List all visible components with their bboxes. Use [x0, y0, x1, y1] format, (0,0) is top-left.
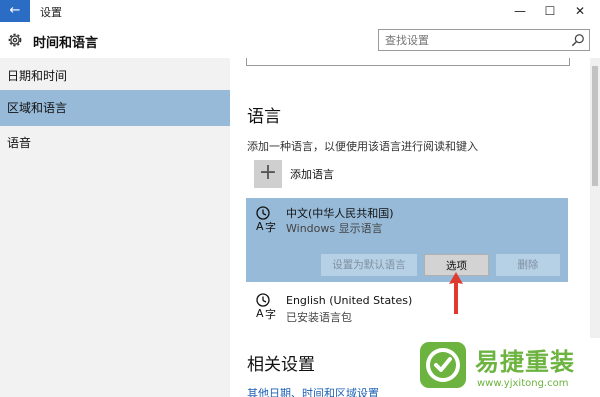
search-icon[interactable] — [571, 33, 585, 47]
language-name: English (United States) — [286, 294, 413, 307]
add-language-label: 添加语言 — [290, 168, 334, 181]
title-bar: ← 设置 — ☐ ✕ — [0, 0, 600, 22]
back-button[interactable]: ← — [0, 0, 30, 22]
window-title: 设置 — [40, 6, 62, 19]
minimize-button[interactable]: — — [505, 0, 535, 22]
svg-text:A: A — [256, 307, 264, 320]
remove-button[interactable]: 删除 — [496, 254, 560, 276]
maximize-button[interactable]: ☐ — [535, 0, 565, 22]
region-dropdown[interactable]: ▼ — [246, 58, 570, 66]
language-item-chinese[interactable]: A 字 中文(中华人民共和国) Windows 显示语言 设置为默认语言 选项 … — [246, 198, 568, 282]
header: 时间和语言 — [0, 22, 600, 58]
language-heading: 语言 — [247, 107, 281, 127]
add-language-button[interactable]: + 添加语言 — [254, 160, 454, 190]
plus-icon: + — [254, 160, 282, 188]
watermark: 易捷重装 www.yjxitong.com — [415, 338, 600, 397]
scrollbar-thumb[interactable] — [592, 66, 598, 186]
search-input[interactable] — [379, 30, 563, 50]
sidebar: 日期和时间 区域和语言 语音 — [0, 58, 230, 397]
other-date-time-region-link[interactable]: 其他日期、时间和区域设置 — [247, 385, 379, 397]
gear-icon — [8, 33, 22, 47]
arrow-annotation-icon — [449, 272, 463, 314]
watermark-title: 易捷重装 — [475, 348, 575, 376]
language-subtitle: Windows 显示语言 — [286, 222, 383, 235]
language-description: 添加一种语言，以便使用该语言进行阅读和键入 — [247, 140, 478, 153]
svg-text:字: 字 — [265, 307, 276, 320]
page-title: 时间和语言 — [33, 36, 99, 51]
language-subtitle: 已安装语言包 — [286, 311, 352, 324]
sidebar-item-speech[interactable]: 语音 — [0, 125, 230, 161]
svg-text:字: 字 — [265, 220, 276, 233]
search-box — [378, 29, 590, 51]
related-settings-heading: 相关设置 — [247, 355, 315, 375]
sidebar-item-date-time[interactable]: 日期和时间 — [0, 58, 230, 94]
brand-logo-icon — [420, 342, 466, 388]
chevron-down-icon: ▼ — [558, 58, 565, 60]
language-icon: A 字 — [256, 206, 276, 233]
sidebar-item-region-language[interactable]: 区域和语言 — [0, 90, 230, 126]
svg-text:A: A — [256, 220, 264, 233]
language-icon: A 字 — [256, 293, 276, 320]
close-button[interactable]: ✕ — [565, 0, 595, 22]
set-default-button[interactable]: 设置为默认语言 — [321, 254, 417, 276]
language-name: 中文(中华人民共和国) — [286, 207, 394, 220]
watermark-url: www.yjxitong.com — [477, 378, 569, 389]
